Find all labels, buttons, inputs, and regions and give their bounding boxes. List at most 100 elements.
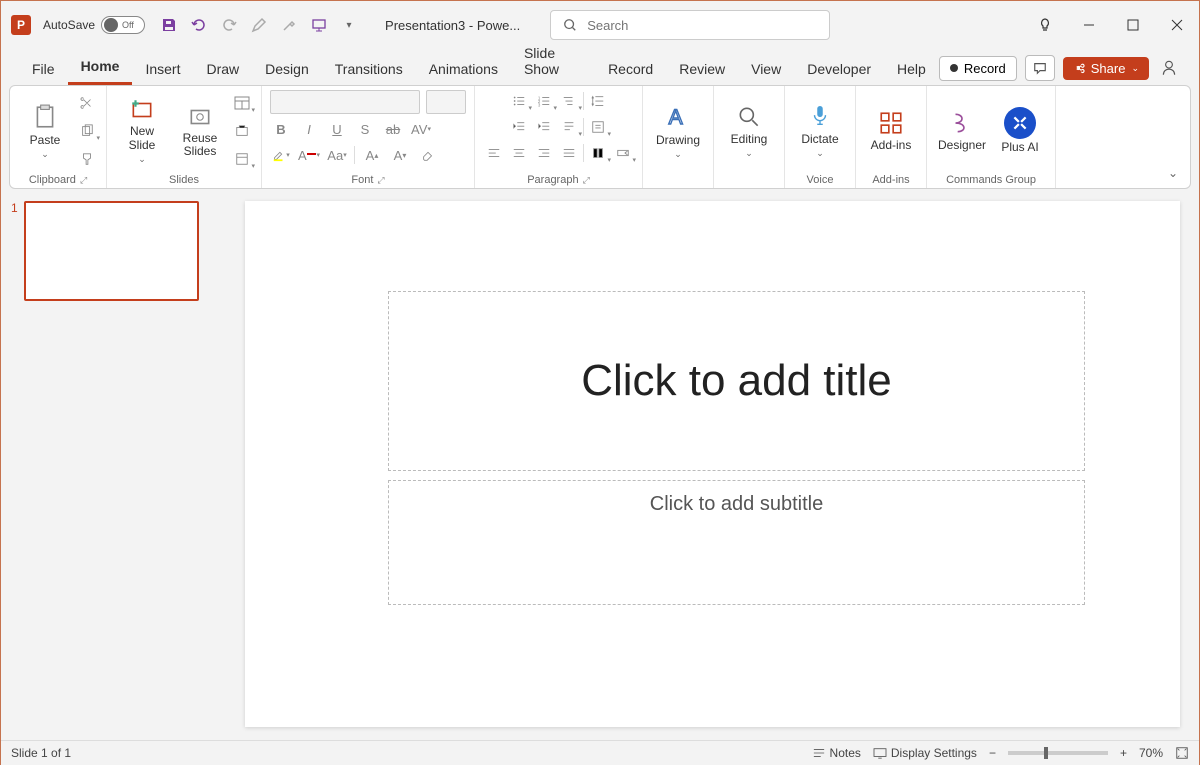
subtitle-placeholder-text: Click to add subtitle (650, 493, 823, 515)
user-button[interactable] (1157, 56, 1181, 80)
search-box[interactable] (550, 10, 830, 40)
italic-button[interactable]: I (298, 118, 320, 140)
slide-thumbnail-panel[interactable]: 1 (1, 189, 226, 765)
font-family-combo[interactable] (270, 90, 420, 114)
tab-review[interactable]: Review (666, 55, 738, 85)
paste-button[interactable]: Paste ⌄ (18, 92, 72, 170)
search-input[interactable] (587, 18, 817, 33)
separator (583, 92, 584, 110)
eyedropper-icon[interactable] (279, 15, 299, 35)
qat-more-icon[interactable]: ▾ (339, 15, 359, 35)
bold-button[interactable]: B (270, 118, 292, 140)
shadow-button[interactable]: S (354, 118, 376, 140)
shrink-font-button[interactable]: A▾ (389, 144, 411, 166)
notes-button[interactable]: Notes (812, 746, 861, 760)
new-slide-button[interactable]: New Slide ⌄ (115, 92, 169, 170)
reuse-slides-button[interactable]: Reuse Slides (173, 92, 227, 170)
clipboard-launcher[interactable]: ⤢ (80, 175, 87, 186)
record-button[interactable]: Record (939, 56, 1017, 81)
numbering-button[interactable]: 123▾ (533, 90, 555, 112)
highlight-button[interactable]: ▾ (270, 144, 292, 166)
minimize-icon[interactable] (1077, 13, 1101, 37)
display-settings-button[interactable]: Display Settings (873, 746, 977, 760)
zoom-percent[interactable]: 70% (1139, 746, 1163, 760)
editing-button[interactable]: Editing ⌄ (722, 92, 776, 170)
redo-icon[interactable] (219, 15, 239, 35)
underline-button[interactable]: U (326, 118, 348, 140)
paragraph-launcher[interactable]: ⤢ (583, 175, 590, 186)
increase-indent-button[interactable] (533, 116, 555, 138)
list-level-button[interactable]: ▾ (558, 90, 580, 112)
bullets-button[interactable]: ▾ (508, 90, 530, 112)
comments-button[interactable] (1025, 55, 1055, 81)
copy-button[interactable]: ▾ (76, 120, 98, 142)
plus-ai-button[interactable]: Plus AI (993, 92, 1047, 170)
tab-developer[interactable]: Developer (794, 55, 884, 85)
align-text-button[interactable]: ▾ (587, 116, 609, 138)
zoom-in-button[interactable]: + (1120, 746, 1127, 760)
align-right-button[interactable] (533, 142, 555, 164)
maximize-icon[interactable] (1121, 13, 1145, 37)
align-center-button[interactable] (508, 142, 530, 164)
tab-insert[interactable]: Insert (132, 55, 193, 85)
columns-button[interactable]: ▾ (587, 142, 609, 164)
slide-thumbnail-item[interactable]: 1 (11, 201, 216, 301)
reset-button[interactable] (231, 120, 253, 142)
collapse-ribbon-button[interactable]: ⌄ (1168, 166, 1178, 180)
addins-button[interactable]: Add-ins (864, 92, 918, 170)
zoom-slider[interactable] (1008, 751, 1108, 755)
change-case-button[interactable]: Aa▾ (326, 144, 348, 166)
tab-draw[interactable]: Draw (193, 55, 252, 85)
pen-icon[interactable] (249, 15, 269, 35)
vertical-scrollbar[interactable] (1183, 201, 1197, 727)
clear-formatting-button[interactable] (417, 144, 439, 166)
designer-icon (948, 110, 976, 136)
fit-to-window-button[interactable] (1175, 746, 1189, 760)
tab-home[interactable]: Home (68, 52, 133, 85)
undo-icon[interactable] (189, 15, 209, 35)
close-icon[interactable] (1165, 13, 1189, 37)
reuse-slides-label: Reuse Slides (173, 132, 227, 158)
tab-transitions[interactable]: Transitions (322, 55, 416, 85)
present-icon[interactable] (309, 15, 329, 35)
designer-button[interactable]: Designer (935, 92, 989, 170)
subtitle-placeholder[interactable]: Click to add subtitle (388, 480, 1085, 605)
font-color-button[interactable]: A▾ (298, 144, 320, 166)
tab-file[interactable]: File (19, 55, 68, 85)
section-button[interactable]: ▾ (231, 148, 253, 170)
font-size-combo[interactable] (426, 90, 466, 114)
drawing-button[interactable]: A Drawing ⌄ (651, 92, 705, 170)
tab-design[interactable]: Design (252, 55, 322, 85)
workspace: 1 Click to add title Click to add subtit… (1, 189, 1199, 765)
zoom-slider-thumb[interactable] (1044, 747, 1048, 759)
save-icon[interactable] (159, 15, 179, 35)
layout-button[interactable]: ▾ (231, 92, 253, 114)
dictate-button[interactable]: Dictate ⌄ (793, 92, 847, 170)
cut-button[interactable] (76, 92, 98, 114)
justify-button[interactable] (558, 142, 580, 164)
tab-slideshow[interactable]: Slide Show (511, 39, 595, 85)
zoom-out-button[interactable]: − (989, 746, 996, 760)
slide-canvas[interactable]: Click to add title Click to add subtitle (245, 201, 1180, 727)
align-left-button[interactable] (483, 142, 505, 164)
font-launcher[interactable]: ⤢ (377, 175, 384, 186)
title-placeholder[interactable]: Click to add title (388, 291, 1085, 471)
grow-font-button[interactable]: A▴ (361, 144, 383, 166)
lightbulb-icon[interactable] (1033, 13, 1057, 37)
tab-view[interactable]: View (738, 55, 794, 85)
character-spacing-button[interactable]: AV▾ (410, 118, 432, 140)
line-spacing-button[interactable] (587, 90, 609, 112)
format-painter-button[interactable] (76, 148, 98, 170)
tab-record[interactable]: Record (595, 55, 666, 85)
slide-thumbnail[interactable] (24, 201, 199, 301)
tab-help[interactable]: Help (884, 55, 939, 85)
decrease-indent-button[interactable] (508, 116, 530, 138)
smartart-button[interactable]: ▾ (612, 142, 634, 164)
share-button[interactable]: Share⌄ (1063, 57, 1149, 80)
align-right-icon (537, 146, 551, 160)
strikethrough-button[interactable]: ab (382, 118, 404, 140)
autosave-toggle[interactable]: Off (101, 16, 145, 34)
tab-animations[interactable]: Animations (416, 55, 511, 85)
group-voice: Dictate ⌄ Voice (785, 86, 856, 188)
text-direction-button[interactable]: ▾ (558, 116, 580, 138)
